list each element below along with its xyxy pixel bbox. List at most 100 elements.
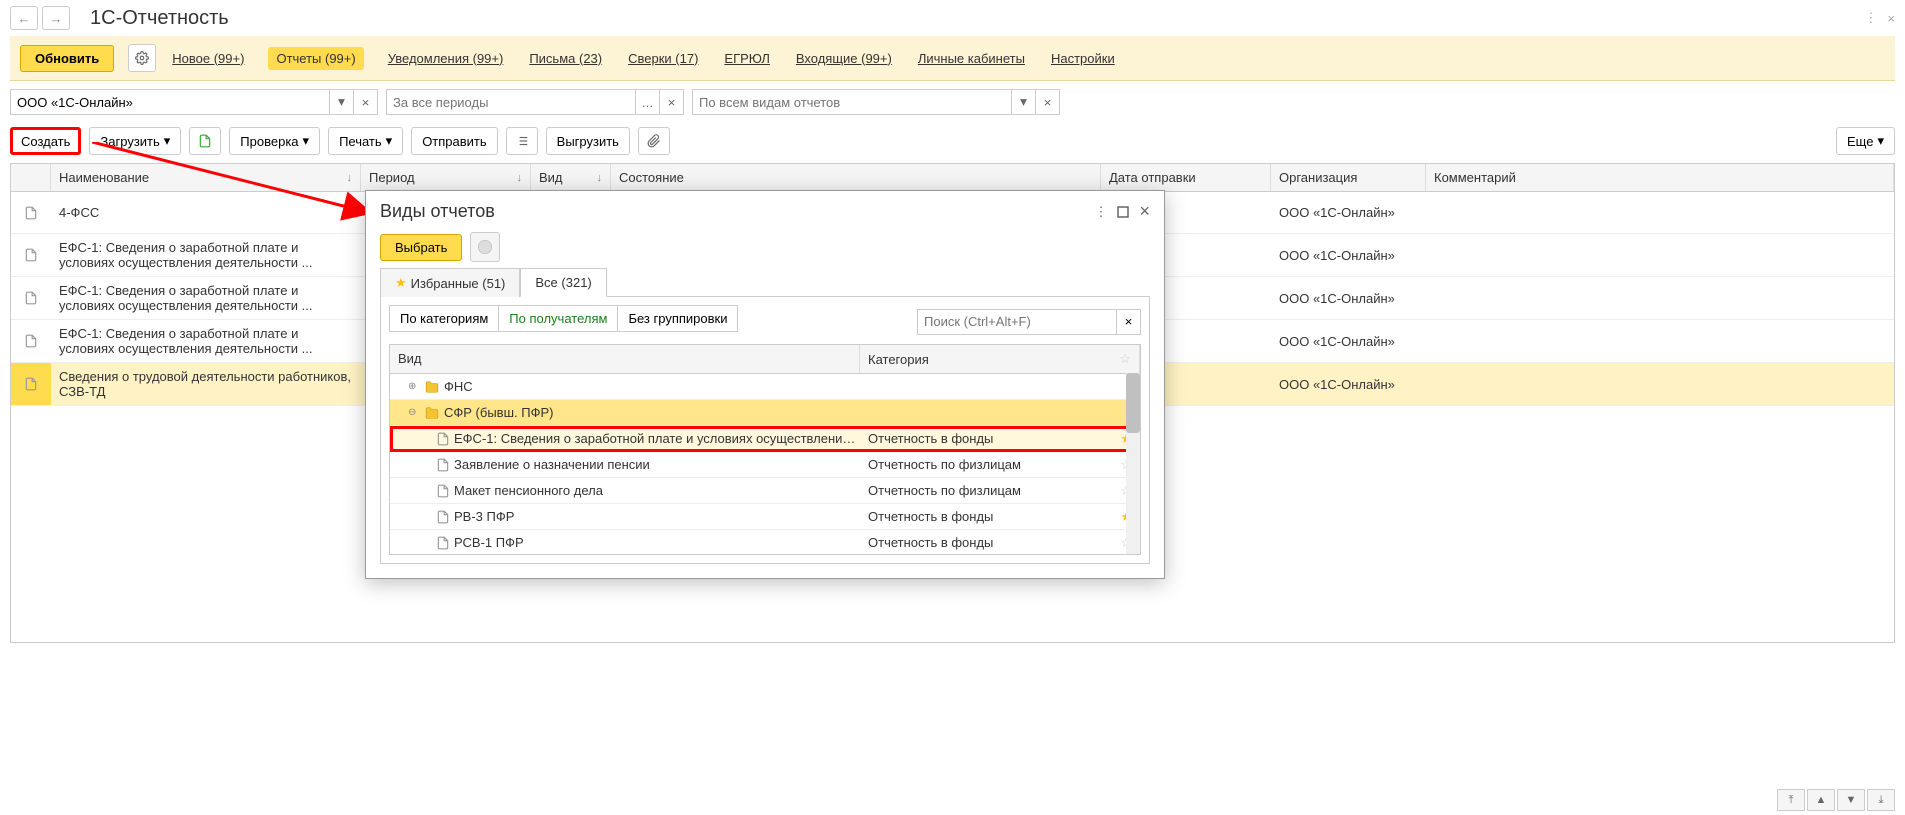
toolbar-link-1[interactable]: Отчеты (99+) bbox=[268, 47, 363, 70]
grouping-toggle: По категориям По получателям Без группир… bbox=[389, 305, 738, 332]
attach-button[interactable] bbox=[638, 127, 670, 155]
row-name: ЕФС-1: Сведения о заработной плате и усл… bbox=[51, 320, 361, 362]
scrollbar-thumb[interactable] bbox=[1126, 373, 1140, 433]
tree-item[interactable]: Макет пенсионного делаОтчетность по физл… bbox=[390, 478, 1140, 504]
document-icon bbox=[24, 290, 38, 306]
period-clear-button[interactable]: × bbox=[660, 89, 684, 115]
group-by-category-button[interactable]: По категориям bbox=[389, 305, 499, 332]
tab-all[interactable]: Все (321) bbox=[520, 268, 606, 297]
toolbar-link-3[interactable]: Письма (23) bbox=[527, 47, 604, 70]
close-icon[interactable]: × bbox=[1887, 11, 1895, 26]
type-clear-button[interactable]: × bbox=[1036, 89, 1060, 115]
col-sent[interactable]: Дата отправки bbox=[1101, 164, 1271, 191]
send-button[interactable]: Отправить bbox=[411, 127, 497, 155]
menu-dots-icon[interactable]: ⋮ bbox=[1864, 10, 1877, 26]
tree-folder[interactable]: ⊖СФР (бывш. ПФР) bbox=[390, 400, 1140, 426]
gear-button[interactable] bbox=[128, 44, 156, 72]
dialog-maximize-icon[interactable] bbox=[1117, 206, 1129, 218]
type-dropdown-button[interactable]: ▾ bbox=[1012, 89, 1036, 115]
tree-cell-category: Отчетность по физлицам☆ bbox=[860, 454, 1140, 476]
tree-label: Заявление о назначении пенсии bbox=[454, 457, 650, 472]
tree-container: Вид Категория ☆ ⊕ФНС⊖СФР (бывш. ПФР)ЕФС-… bbox=[389, 344, 1141, 555]
footer-bottom-button[interactable]: ⤓ bbox=[1867, 789, 1895, 811]
org-filter-input[interactable] bbox=[10, 89, 330, 115]
expand-icon[interactable]: ⊕ bbox=[408, 381, 420, 392]
toolbar-link-0[interactable]: Новое (99+) bbox=[170, 47, 246, 70]
check-button[interactable]: Проверка▾ bbox=[229, 127, 320, 155]
col-state[interactable]: Состояние bbox=[611, 164, 1101, 191]
nav-arrows: ← → bbox=[10, 6, 70, 30]
list-button[interactable] bbox=[506, 127, 538, 155]
row-comment bbox=[1426, 249, 1894, 261]
period-filter-input[interactable] bbox=[386, 89, 636, 115]
collapse-icon[interactable]: ⊖ bbox=[408, 407, 420, 418]
group-none-button[interactable]: Без группировки bbox=[618, 305, 738, 332]
footer-down-button[interactable]: ▼ bbox=[1837, 789, 1865, 811]
col-org[interactable]: Организация bbox=[1271, 164, 1426, 191]
document-icon bbox=[24, 333, 38, 349]
col-comment[interactable]: Комментарий bbox=[1426, 164, 1894, 191]
tree-item[interactable]: РВ-3 ПФРОтчетность в фонды★ bbox=[390, 504, 1140, 530]
create-button[interactable]: Создать bbox=[10, 127, 81, 155]
tree-col-type[interactable]: Вид bbox=[390, 345, 860, 373]
dialog-menu-icon[interactable]: ⋮ bbox=[1094, 204, 1107, 220]
chevron-down-icon: ▾ bbox=[1877, 133, 1884, 149]
folder-icon bbox=[424, 380, 440, 394]
nav-forward-button[interactable]: → bbox=[42, 6, 70, 30]
row-comment bbox=[1426, 378, 1894, 390]
tree-body[interactable]: ⊕ФНС⊖СФР (бывш. ПФР)ЕФС-1: Сведения о за… bbox=[390, 374, 1140, 554]
footer-top-button[interactable]: ⤒ bbox=[1777, 789, 1805, 811]
tree-col-category[interactable]: Категория ☆ bbox=[860, 345, 1140, 373]
period-filter-group: ... × bbox=[386, 89, 684, 115]
tree-item[interactable]: Заявление о назначении пенсии Отчетность … bbox=[390, 452, 1140, 478]
search-clear-button[interactable]: × bbox=[1117, 309, 1141, 335]
search-input[interactable] bbox=[917, 309, 1117, 335]
col-period[interactable]: Период↓ bbox=[361, 164, 531, 191]
file-plus-icon bbox=[198, 134, 212, 148]
paperclip-icon bbox=[647, 134, 661, 148]
tree-cell-category: Отчетность в фонды☆ bbox=[860, 532, 1140, 554]
main-toolbar: Обновить Новое (99+) Отчеты (99+) Уведомле… bbox=[10, 36, 1895, 81]
org-clear-button[interactable]: × bbox=[354, 89, 378, 115]
dialog-tabs: ★ Избранные (51) Все (321) bbox=[366, 268, 1164, 297]
tab-favorites[interactable]: ★ Избранные (51) bbox=[380, 268, 520, 297]
row-name: Сведения о трудовой деятельности работни… bbox=[51, 363, 361, 405]
export-button[interactable]: Выгрузить bbox=[546, 127, 630, 155]
footer-nav: ⤒ ▲ ▼ ⤓ bbox=[1777, 785, 1895, 815]
toolbar-link-5[interactable]: ЕГРЮЛ bbox=[722, 47, 771, 70]
toolbar-link-8[interactable]: Настройки bbox=[1049, 47, 1117, 70]
dialog-title: Виды отчетов bbox=[380, 201, 1084, 222]
col-name[interactable]: Наименование↓ bbox=[51, 164, 361, 191]
category-label: Отчетность по физлицам bbox=[868, 457, 1021, 472]
row-org: ООО «1С-Онлайн» bbox=[1271, 328, 1426, 355]
more-button[interactable]: Еще▾ bbox=[1836, 127, 1895, 155]
tree-scrollbar[interactable] bbox=[1126, 373, 1140, 554]
load-button[interactable]: Загрузить▾ bbox=[89, 127, 181, 155]
chevron-down-icon: ▾ bbox=[164, 133, 171, 149]
dialog-close-icon[interactable]: × bbox=[1139, 201, 1150, 222]
col-type[interactable]: Вид↓ bbox=[531, 164, 611, 191]
row-org: ООО «1С-Онлайн» bbox=[1271, 371, 1426, 398]
nav-back-button[interactable]: ← bbox=[10, 6, 38, 30]
col-icon[interactable] bbox=[11, 164, 51, 191]
footer-up-button[interactable]: ▲ bbox=[1807, 789, 1835, 811]
toolbar-link-6[interactable]: Входящие (99+) bbox=[794, 47, 894, 70]
tree-folder[interactable]: ⊕ФНС bbox=[390, 374, 1140, 400]
report-types-dialog: Виды отчетов ⋮ × Выбрать ★ Избранные (51… bbox=[365, 190, 1165, 579]
toolbar-link-4[interactable]: Сверки (17) bbox=[626, 47, 700, 70]
toolbar-link-7[interactable]: Личные кабинеты bbox=[916, 47, 1027, 70]
org-dropdown-button[interactable]: ▾ bbox=[330, 89, 354, 115]
group-by-recipient-button[interactable]: По получателям bbox=[499, 305, 618, 332]
toolbar-link-2[interactable]: Уведомления (99+) bbox=[386, 47, 506, 70]
select-button[interactable]: Выбрать bbox=[380, 234, 462, 261]
tree-item[interactable]: РСВ-1 ПФРОтчетность в фонды☆ bbox=[390, 530, 1140, 554]
print-button[interactable]: Печать▾ bbox=[328, 127, 403, 155]
update-button[interactable]: Обновить bbox=[20, 45, 114, 72]
search-group: × bbox=[917, 309, 1141, 335]
load-file-button[interactable] bbox=[189, 127, 221, 155]
row-comment bbox=[1426, 335, 1894, 347]
type-filter-input[interactable] bbox=[692, 89, 1012, 115]
tree-item[interactable]: ЕФС-1: Сведения о заработной плате и усл… bbox=[390, 426, 1140, 452]
period-picker-button[interactable]: ... bbox=[636, 89, 660, 115]
info-button[interactable] bbox=[470, 232, 500, 262]
